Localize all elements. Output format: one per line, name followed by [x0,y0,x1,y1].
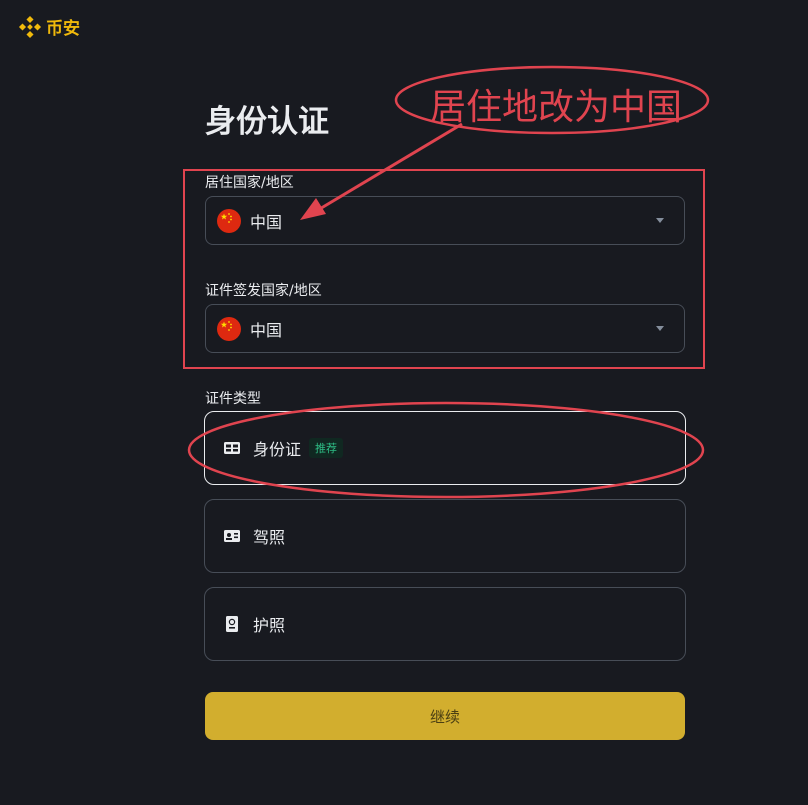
doc-type-label: 证件类型 [205,391,261,407]
doc-option-driver-license[interactable]: 驾照 [204,499,686,573]
doc-option-label: 身份证 [253,440,302,459]
passport-icon [224,616,240,632]
binance-diamond-icon [18,15,42,38]
annotation-overlay [187,65,710,499]
annotation-highlight-box [183,169,705,369]
driver-license-icon [224,528,240,544]
continue-button[interactable]: 继续 [205,692,685,740]
doc-option-id-card[interactable]: 身份证 推荐 [204,411,686,485]
doc-option-label: 驾照 [253,528,286,547]
recommended-badge: 推荐 [309,438,344,458]
brand-name: 币安 [46,19,80,39]
doc-option-label: 护照 [253,616,286,635]
id-card-icon [224,440,240,456]
page-title: 身份认证 [205,104,329,140]
brand-logo[interactable]: 币安 [18,14,80,39]
doc-option-passport[interactable]: 护照 [204,587,686,661]
annotation-text: 居住地改为中国 [430,87,683,128]
